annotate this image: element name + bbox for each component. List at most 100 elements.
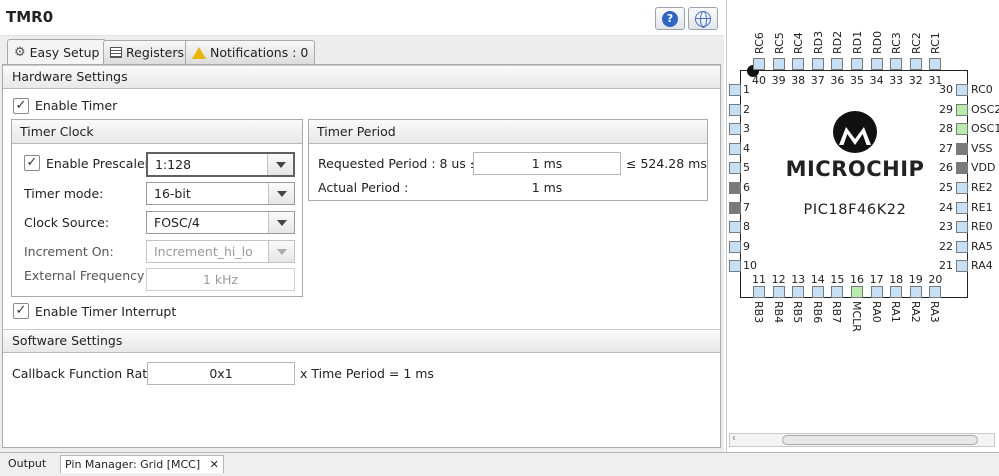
pin-label-RA0: RA0 [869, 301, 883, 323]
enable-timer-checkbox[interactable]: ✓ [13, 98, 29, 114]
easy-setup-content: Hardware Settings ✓ Enable Timer Timer C… [2, 64, 721, 448]
pin-box-3[interactable] [729, 123, 741, 136]
pin-box-24[interactable] [956, 201, 968, 214]
requested-period-input[interactable]: 1 ms [473, 152, 621, 175]
tab-registers[interactable]: Registers [103, 40, 191, 64]
pin-box-27[interactable] [956, 142, 968, 155]
pin-box-37[interactable] [811, 58, 824, 70]
pin-box-39[interactable] [772, 58, 785, 70]
horizontal-scrollbar[interactable]: ‹ [729, 433, 995, 447]
tab-easy-setup-label: Easy Setup [29, 45, 100, 60]
callback-rate-suffix: x Time Period = 1 ms [300, 366, 434, 381]
pin-label-RD3: RD3 [811, 30, 825, 54]
pin-label-RD1: RD1 [851, 30, 864, 54]
pin-number-30: 30 [939, 83, 953, 96]
pin-box-31[interactable] [929, 58, 942, 70]
enable-interrupt-checkbox[interactable]: ✓ [13, 303, 29, 319]
tabs-area: ⚙ Easy Setup Registers Notifications : 0… [0, 36, 724, 452]
tab-pin-manager[interactable]: Pin Manager: Grid [MCC] ✕ [60, 455, 224, 473]
pin-box-8[interactable] [729, 221, 741, 234]
pin-box-7[interactable] [729, 201, 741, 214]
pin-box-32[interactable] [909, 58, 922, 70]
pin-box-29[interactable] [956, 103, 968, 116]
prescaler-select[interactable]: 1:128 [146, 152, 295, 177]
pin-box-11[interactable] [753, 286, 765, 298]
enable-prescaler-checkbox[interactable]: ✓ [24, 155, 40, 171]
chip-name: PIC18F46K22 [803, 202, 907, 218]
pin-box-36[interactable] [831, 58, 844, 70]
pin-box-2[interactable] [729, 103, 741, 116]
pin-box-21[interactable] [956, 260, 968, 273]
pin-box-38[interactable] [792, 58, 805, 70]
pin-box-23[interactable] [956, 221, 968, 234]
globe-icon [695, 10, 711, 28]
actual-period-label: Actual Period : [318, 180, 409, 195]
pin-box-30[interactable] [956, 84, 968, 96]
scroll-left-arrow-icon[interactable]: ‹ [732, 433, 736, 444]
timer-mode-select[interactable]: 16-bit [146, 182, 295, 205]
web-button[interactable] [688, 7, 718, 30]
pin-label-RA4: RA4 [971, 259, 993, 273]
pin-box-18[interactable] [890, 286, 903, 298]
pin-number-33: 33 [889, 74, 904, 87]
pin-number-26: 26 [939, 161, 953, 175]
pin-box-16[interactable] [851, 286, 863, 298]
pin-number-32: 32 [908, 74, 923, 87]
brand-name: MICROCHIP [785, 157, 925, 181]
pin-label-OSC1: OSC1 [971, 122, 999, 136]
tab-registers-label: Registers [126, 45, 184, 60]
pin-box-5[interactable] [729, 162, 741, 175]
enable-prescaler-label: Enable Prescaler [46, 156, 150, 171]
external-frequency-field: 1 kHz [146, 268, 295, 291]
pin-label-MCLR: MCLR [850, 301, 863, 332]
clock-source-select[interactable]: FOSC/4 [146, 211, 295, 234]
pin-box-14[interactable] [811, 286, 824, 298]
pin-box-28[interactable] [956, 123, 968, 136]
pin-number-39: 39 [771, 74, 786, 87]
pin-box-22[interactable] [956, 240, 968, 253]
pin-box-19[interactable] [909, 286, 922, 298]
pin-box-17[interactable] [870, 286, 883, 298]
pin-box-34[interactable] [870, 58, 883, 70]
software-settings-header: Software Settings [3, 329, 720, 353]
warning-icon [192, 46, 206, 59]
pin-box-35[interactable] [851, 58, 863, 70]
tab-easy-setup[interactable]: ⚙ Easy Setup [7, 39, 107, 65]
close-icon[interactable]: ✕ [210, 458, 219, 471]
pin-number-9: 9 [743, 239, 750, 253]
pin-number-3: 3 [743, 122, 750, 136]
pin-number-21: 21 [939, 259, 953, 273]
pin-box-40[interactable] [753, 58, 765, 70]
requested-period-label: Requested Period : 8 us ≤ [318, 156, 481, 171]
pin-box-25[interactable] [956, 182, 968, 194]
pin-number-11: 11 [752, 273, 766, 286]
pin-label-RC2: RC2 [909, 32, 923, 54]
pin-number-12: 12 [771, 273, 786, 286]
pin-box-9[interactable] [729, 240, 741, 253]
pin-box-20[interactable] [929, 286, 942, 298]
increment-on-value: Increment_hi_lo [154, 244, 253, 259]
help-button[interactable]: ? [655, 7, 685, 30]
pin-box-15[interactable] [831, 286, 844, 298]
pin-box-4[interactable] [729, 142, 741, 155]
pin-box-6[interactable] [729, 182, 741, 194]
pin-box-26[interactable] [956, 162, 968, 175]
pin-number-37: 37 [810, 74, 825, 87]
increment-on-label: Increment On: [24, 244, 114, 259]
pin-box-13[interactable] [792, 286, 805, 298]
callback-rate-input[interactable]: 0x1 [147, 362, 295, 385]
pin-box-12[interactable] [772, 286, 785, 298]
tab-output[interactable]: Output [4, 455, 50, 473]
timer-clock-group: Timer Clock ✓ Enable Prescaler 1:128 Tim… [11, 119, 303, 297]
pin-number-20: 20 [928, 273, 943, 286]
pin-number-17: 17 [869, 273, 884, 286]
pin-label-RC6: RC6 [753, 32, 766, 54]
tab-notifications[interactable]: Notifications : 0 [185, 40, 316, 64]
requested-period-max: ≤ 524.28 ms [626, 156, 707, 171]
scroll-thumb[interactable] [782, 435, 978, 445]
pin-label-RB4: RB4 [771, 301, 785, 324]
timer-editor-panel: TMR0 ? ⚙ Easy Setup Registers Notificati… [0, 0, 724, 452]
pin-box-1[interactable] [729, 84, 741, 96]
pin-box-10[interactable] [729, 260, 741, 273]
pin-box-33[interactable] [890, 58, 903, 70]
